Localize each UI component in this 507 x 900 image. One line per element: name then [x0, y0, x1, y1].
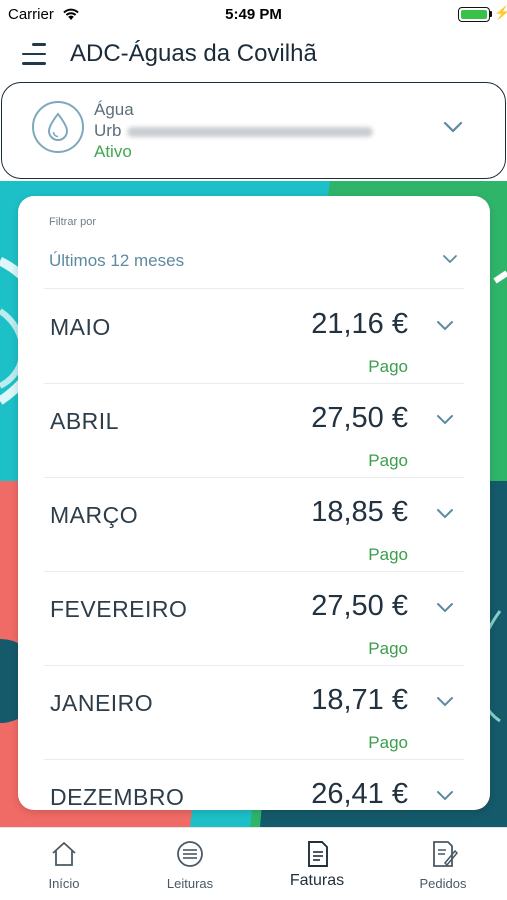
- invoice-row[interactable]: DEZEMBRO 26,41 €: [18, 760, 490, 810]
- tab-pedidos[interactable]: Pedidos: [380, 828, 506, 900]
- invoice-amount: 26,41 €: [311, 778, 408, 810]
- invoice-amount: 27,50 €: [311, 402, 408, 434]
- invoice-month: FEVEREIRO: [50, 596, 188, 622]
- filter-label: Filtrar por: [49, 216, 97, 228]
- tab-leituras[interactable]: Leituras: [127, 828, 253, 900]
- invoice-month: JANEIRO: [50, 690, 154, 716]
- tab-label: Faturas: [289, 872, 345, 889]
- invoice-row[interactable]: MARÇO 18,85 € Pago: [18, 478, 490, 572]
- invoice-status-paid: Pago: [368, 639, 408, 658]
- app-header: ADC-Águas da Covilhã: [0, 30, 507, 80]
- tab-label: Leituras: [166, 876, 214, 891]
- page-title: ADC-Águas da Covilhã: [70, 40, 317, 67]
- chevron-down-icon[interactable]: [436, 414, 454, 426]
- tab-label: Pedidos: [419, 876, 467, 891]
- chevron-down-icon[interactable]: [436, 508, 454, 520]
- chevron-down-icon[interactable]: [436, 790, 454, 802]
- chevron-down-icon[interactable]: [442, 254, 458, 264]
- tab-bar: Início Leituras Faturas Pedidos: [0, 827, 507, 900]
- invoice-icon: [308, 841, 328, 867]
- water-drop-icon: [32, 101, 84, 153]
- battery-icon: [458, 7, 490, 22]
- menu-icon[interactable]: [22, 43, 48, 65]
- contract-selector[interactable]: Água Urb Ativo: [1, 82, 506, 179]
- home-icon: [52, 842, 76, 866]
- meter-icon: [177, 841, 203, 867]
- invoice-month: ABRIL: [50, 408, 119, 434]
- chevron-down-icon[interactable]: [436, 320, 454, 332]
- invoice-amount: 18,71 €: [311, 684, 408, 716]
- tab-inicio[interactable]: Início: [1, 828, 127, 900]
- invoice-month: MAIO: [50, 314, 111, 340]
- contract-status: Ativo: [94, 142, 132, 161]
- chevron-down-icon[interactable]: [436, 602, 454, 614]
- invoices-card: Filtrar por Últimos 12 meses MAIO 21,16 …: [18, 196, 490, 810]
- tab-label: Início: [48, 876, 80, 891]
- charging-icon: ⚡: [494, 5, 507, 20]
- chevron-down-icon[interactable]: [436, 696, 454, 708]
- address-prefix: Urb: [94, 121, 122, 140]
- chevron-down-icon[interactable]: [442, 120, 464, 134]
- invoice-month: MARÇO: [50, 502, 139, 528]
- invoice-status-paid: Pago: [368, 733, 408, 752]
- contract-type: Água: [94, 100, 134, 119]
- filter-select[interactable]: Últimos 12 meses: [49, 251, 184, 271]
- invoice-status-paid: Pago: [368, 357, 408, 376]
- status-bar: Carrier 5:49 PM ⚡: [0, 0, 507, 30]
- invoice-status-paid: Pago: [368, 451, 408, 470]
- battery-tip: [490, 11, 492, 17]
- invoice-amount: 27,50 €: [311, 590, 408, 622]
- invoice-amount: 21,16 €: [311, 308, 408, 340]
- contract-address: Urb: [94, 121, 374, 141]
- request-icon: [433, 841, 458, 867]
- invoice-row[interactable]: JANEIRO 18,71 € Pago: [18, 666, 490, 760]
- invoice-row[interactable]: FEVEREIRO 27,50 € Pago: [18, 572, 490, 666]
- invoice-row[interactable]: MAIO 21,16 € Pago: [18, 290, 490, 384]
- divider: [44, 288, 464, 289]
- invoice-status-paid: Pago: [368, 545, 408, 564]
- address-redacted: [127, 126, 374, 137]
- tab-faturas[interactable]: Faturas: [254, 828, 380, 900]
- invoice-row[interactable]: ABRIL 27,50 € Pago: [18, 384, 490, 478]
- clock: 5:49 PM: [225, 6, 282, 23]
- invoice-month: DEZEMBRO: [50, 784, 185, 810]
- invoice-amount: 18,85 €: [311, 496, 408, 528]
